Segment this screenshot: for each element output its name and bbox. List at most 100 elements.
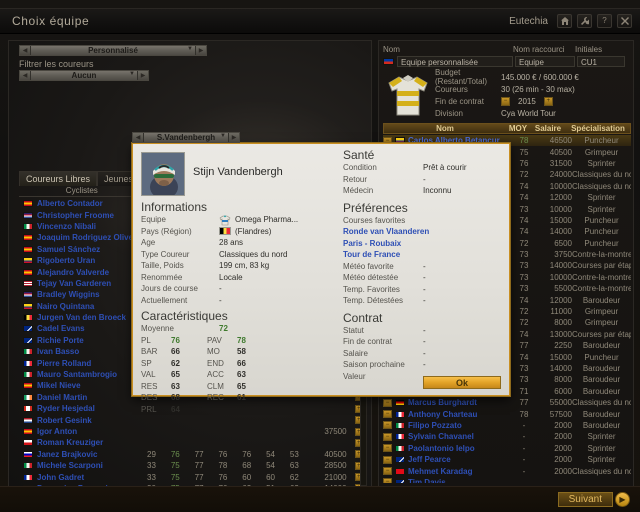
rider-name[interactable]: Anthony Charteau [408, 410, 512, 419]
team-initials-field[interactable]: CU1 [577, 56, 625, 67]
rider-name[interactable]: Jurgen Van den Broeck [37, 313, 140, 322]
rider-name[interactable]: Nairo Quintana [37, 302, 140, 311]
cell-moy: 78 [519, 136, 529, 146]
table-row[interactable]: − Mehmet Karadag - 2000Classiques du nord [383, 465, 631, 476]
close-icon[interactable] [617, 14, 632, 28]
table-row[interactable]: − Sylvain Chavanel - 2000 Sprinter [383, 431, 631, 442]
table-row[interactable]: Janez Brajkovic 29 76 77 76 76 54 53 40500 + [19, 449, 363, 460]
team-name-field[interactable]: Equipe personnalisée [397, 56, 513, 67]
increment-button[interactable]: + [543, 96, 553, 106]
table-row[interactable]: − Anthony Charteau 78 57500 Baroudeur [383, 408, 631, 419]
remove-rider-button[interactable]: − [383, 478, 392, 483]
table-row[interactable]: − Tim Davis [383, 477, 631, 483]
rider-name[interactable]: Christopher Froome [37, 211, 140, 220]
rider-name[interactable]: Mikel Nieve [37, 381, 140, 390]
rider-name[interactable]: Paolantonio Ielpo [408, 444, 512, 453]
remove-rider-button[interactable]: − [383, 410, 392, 419]
rider-name[interactable]: Bradley Wiggins [37, 290, 140, 299]
rider-name[interactable]: Ivan Basso [37, 347, 140, 356]
rider-name[interactable]: Alberto Contador [37, 199, 140, 208]
table-row[interactable]: John Gadret 33 75 77 76 60 60 62 21000 + [19, 471, 363, 482]
rider-dialog-tab[interactable]: ◀ S.Vandenbergh ▼ ▶ [132, 132, 240, 143]
chevron-down-icon[interactable]: ▼ [187, 46, 193, 52]
rider-name[interactable]: Janez Brajkovic [37, 450, 140, 459]
rider-name[interactable]: Vincenzo Nibali [37, 222, 140, 231]
rider-name[interactable]: Sylvain Chavanel [408, 432, 512, 441]
preset-combo[interactable]: ◀ Personnalisé ▼ ▶ [19, 45, 207, 56]
stat-value: 68 [171, 393, 180, 403]
cell-salaire: 2000 [554, 455, 572, 465]
table-row[interactable]: Robert Gesink + [19, 414, 363, 425]
rider-name[interactable]: Filipo Pozzato [408, 421, 512, 430]
remove-rider-button[interactable]: − [383, 432, 392, 441]
cell-salaire: 12000 [549, 295, 572, 305]
chevron-left-icon[interactable]: ◀ [20, 46, 31, 55]
help-icon[interactable]: ? [597, 14, 612, 28]
detail-value: - [423, 337, 426, 347]
cell-salaire: 2000 [554, 420, 572, 430]
country-flag-icon [395, 467, 405, 475]
rider-name[interactable]: Robert Gesink [37, 416, 140, 425]
decrement-button[interactable]: − [501, 96, 510, 106]
rider-name[interactable]: Richie Porte [37, 336, 140, 345]
rider-name[interactable]: Marcus Burghardt [408, 398, 512, 407]
remove-rider-button[interactable]: − [383, 467, 392, 476]
next-button[interactable]: Suivant ▶ [557, 492, 630, 507]
wrench-icon[interactable] [577, 14, 592, 28]
table-row[interactable]: − Marcus Burghardt 77 55000Classiques du no… [383, 397, 631, 408]
detail-value: Classiques du nord [219, 249, 288, 259]
tab-coureurs-libres[interactable]: Coureurs Libres [19, 171, 98, 186]
rider-name[interactable]: Igor Anton [37, 427, 140, 436]
rider-name[interactable]: John Gadret [37, 473, 140, 482]
detail-value: - [423, 273, 426, 283]
cell-mo: 77 [194, 472, 204, 482]
rider-name[interactable]: Roman Kreuziger [37, 438, 140, 447]
stat-value: 63 [171, 381, 180, 391]
table-row[interactable]: Roman Kreuziger + [19, 437, 363, 448]
rider-name[interactable]: Alejandro Valverde [37, 268, 140, 277]
remove-rider-button[interactable]: − [383, 455, 392, 464]
table-row[interactable]: Michele Scarponi 33 75 77 78 68 54 63 28500 + [19, 460, 363, 471]
home-icon[interactable] [557, 14, 572, 28]
rider-name[interactable]: Ryder Hesjedal [37, 404, 140, 413]
remove-rider-button[interactable]: − [383, 398, 392, 407]
rider-name[interactable]: Tim Davis [408, 478, 512, 483]
chevron-right-icon[interactable]: ▶ [195, 46, 206, 55]
detail-row: Type Coureur Classiques du nord [141, 249, 337, 261]
table-row[interactable]: − Paolantonio Ielpo - 2000 Sprinter [383, 443, 631, 454]
detail-label: Médecin [343, 186, 374, 196]
rider-name[interactable]: Mehmet Karadag [408, 467, 512, 476]
rider-name[interactable]: Rigoberto Uran [37, 256, 140, 265]
rider-name[interactable]: Pierre Rolland [37, 359, 140, 368]
cell-moy: - [522, 420, 526, 430]
remove-rider-button[interactable]: − [383, 421, 392, 430]
table-row[interactable]: − Filipo Pozzato - 2000 Baroudeur [383, 420, 631, 431]
cell-specialisation: Sprinter [587, 432, 616, 442]
chevron-left-icon[interactable]: ◀ [133, 133, 144, 142]
table-row[interactable]: − Jeff Pearce - 2000 Sprinter [383, 454, 631, 465]
rider-name[interactable]: Samuel Sánchez [37, 245, 140, 254]
rider-name[interactable]: Jeff Pearce [408, 455, 512, 464]
chevron-right-icon[interactable]: ▶ [137, 71, 148, 80]
rider-name[interactable]: Tejay Van Garderen [37, 279, 140, 288]
chevron-left-icon[interactable]: ◀ [20, 71, 31, 80]
country-flag-icon [23, 473, 33, 481]
chevron-down-icon[interactable]: ▼ [220, 133, 226, 139]
rider-selector-combo[interactable]: ◀ S.Vandenbergh ▼ ▶ [132, 132, 240, 143]
chevron-down-icon[interactable]: ▼ [129, 71, 135, 77]
table-row[interactable]: Igor Anton 37500 + [19, 426, 363, 437]
favorite-race-link[interactable]: Ronde van Vlaanderen [343, 226, 505, 238]
ok-button[interactable]: Ok [423, 376, 501, 389]
team-shortname-field[interactable]: Equipe [515, 56, 575, 67]
favorite-race-link[interactable]: Paris - Roubaix [343, 238, 505, 250]
rider-name[interactable]: Joaquim Rodriguez Oliver [37, 233, 140, 242]
detail-value: Inconnu [423, 186, 452, 196]
rider-name[interactable]: Michele Scarponi [37, 461, 140, 470]
remove-rider-button[interactable]: − [383, 444, 392, 453]
rider-name[interactable]: Daniel Martin [37, 393, 140, 402]
rider-name[interactable]: Mauro Santambrogio [37, 370, 140, 379]
chevron-right-icon[interactable]: ▶ [228, 133, 239, 142]
filter-combo[interactable]: ◀ Aucun ▼ ▶ [19, 70, 149, 81]
rider-name[interactable]: Cadel Evans [37, 324, 140, 333]
favorite-race-link[interactable]: Tour de France [343, 249, 505, 261]
